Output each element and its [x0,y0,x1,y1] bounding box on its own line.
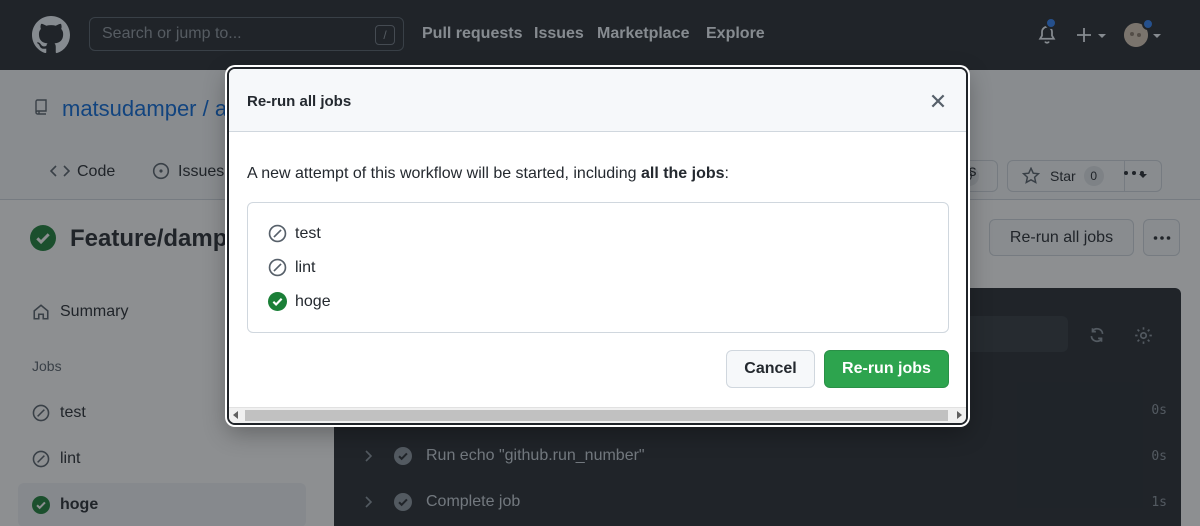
skip-icon [268,224,287,243]
dialog-description-suffix: : [724,165,729,182]
dialog-header: Re-run all jobs [229,69,966,132]
cancel-button[interactable]: Cancel [726,350,815,388]
scrollbar-thumb[interactable] [245,410,948,421]
dialog-description: A new attempt of this workflow will be s… [247,165,729,183]
dialog-description-text: A new attempt of this workflow will be s… [247,165,641,182]
scroll-right-icon[interactable] [957,411,962,419]
dialog-description-emphasis: all the jobs [640,165,725,182]
close-icon[interactable] [928,91,948,111]
scroll-left-icon[interactable] [233,411,238,419]
dialog-job-label: hoge [295,292,331,310]
dialog-job-label: test [295,224,321,242]
rerun-jobs-button[interactable]: Re-run jobs [824,350,949,388]
rerun-dialog: Re-run all jobs A new attempt of this wo… [227,67,968,425]
horizontal-scrollbar[interactable] [229,407,966,423]
dialog-job-item: hoge [268,292,331,311]
dialog-jobs-list: test lint hoge [247,202,949,333]
check-circle-fill-icon [268,292,287,311]
skip-icon [268,258,287,277]
dialog-job-label: lint [295,258,316,276]
dialog-job-item: lint [268,258,315,277]
dialog-job-item: test [268,224,321,243]
dialog-title: Re-run all jobs [247,93,352,110]
